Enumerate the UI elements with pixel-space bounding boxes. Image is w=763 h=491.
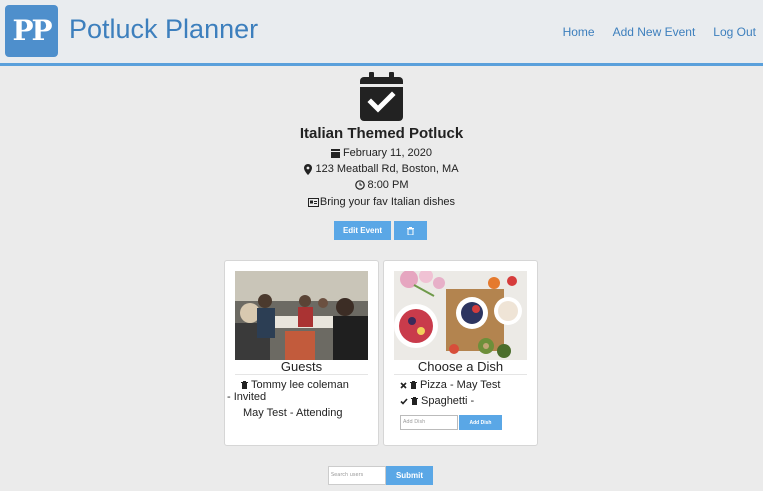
delete-event-button[interactable]	[394, 221, 427, 240]
guest-status: - Invited	[227, 391, 267, 403]
brand-title: Potluck Planner	[69, 14, 259, 44]
guests-title: Guests	[235, 360, 368, 375]
guests-card: Guests Tommy lee coleman - Invited May T…	[224, 260, 379, 446]
dish-item: Spaghetti -	[400, 395, 474, 407]
nav-home[interactable]: Home	[563, 25, 595, 39]
dishes-card: Choose a Dish Pizza - May Test Spaghetti…	[383, 260, 538, 446]
edit-event-button[interactable]: Edit Event	[334, 221, 391, 240]
dishes-title: Choose a Dish	[394, 360, 527, 375]
calendar-icon	[330, 149, 340, 159]
add-dish-button[interactable]: Add Dish	[459, 415, 502, 430]
calendar-check-icon	[360, 72, 403, 121]
trash-icon	[407, 226, 414, 235]
event-description-row: Bring your fav Italian dishes	[0, 196, 763, 208]
event-title: Italian Themed Potluck	[299, 125, 464, 142]
trash-icon[interactable]	[410, 381, 417, 389]
event-time-row: 8:00 PM	[0, 179, 763, 191]
trash-icon[interactable]	[241, 381, 248, 389]
logo[interactable]: PP	[5, 5, 58, 57]
x-icon[interactable]	[400, 382, 407, 389]
event-date-row: February 11, 2020	[0, 147, 763, 159]
dishes-photo	[394, 271, 527, 360]
event-address-row: 123 Meatball Rd, Boston, MA	[0, 163, 763, 175]
submit-button[interactable]: Submit	[386, 466, 433, 485]
event-address: 123 Meatball Rd, Boston, MA	[315, 163, 459, 175]
guest-name: Tommy lee coleman	[251, 379, 349, 391]
trash-icon[interactable]	[411, 397, 418, 405]
guests-photo	[235, 271, 368, 360]
search-users-input[interactable]: Search users	[328, 466, 386, 485]
event-description: Bring your fav Italian dishes	[319, 196, 456, 208]
check-icon[interactable]	[400, 398, 408, 405]
header: PP Potluck Planner Home Add New Event Lo…	[0, 0, 763, 66]
map-marker-icon	[304, 163, 313, 175]
event-date: February 11, 2020	[342, 147, 433, 159]
add-dish-input[interactable]: Add Dish	[400, 415, 458, 430]
dish-text: Pizza - May Test	[420, 379, 501, 391]
clock-icon	[354, 180, 365, 190]
guest-item: Tommy lee coleman	[241, 379, 349, 391]
top-nav: Home Add New Event Log Out	[563, 25, 756, 39]
nav-log-out[interactable]: Log Out	[713, 25, 756, 39]
guest-item: May Test - Attending	[243, 407, 343, 419]
event-time: 8:00 PM	[367, 179, 409, 191]
id-card-icon	[307, 197, 319, 207]
nav-add-new-event[interactable]: Add New Event	[613, 25, 696, 39]
event-actions: Edit Event	[334, 221, 427, 240]
dish-item: Pizza - May Test	[400, 379, 501, 391]
dish-text: Spaghetti -	[421, 395, 475, 407]
